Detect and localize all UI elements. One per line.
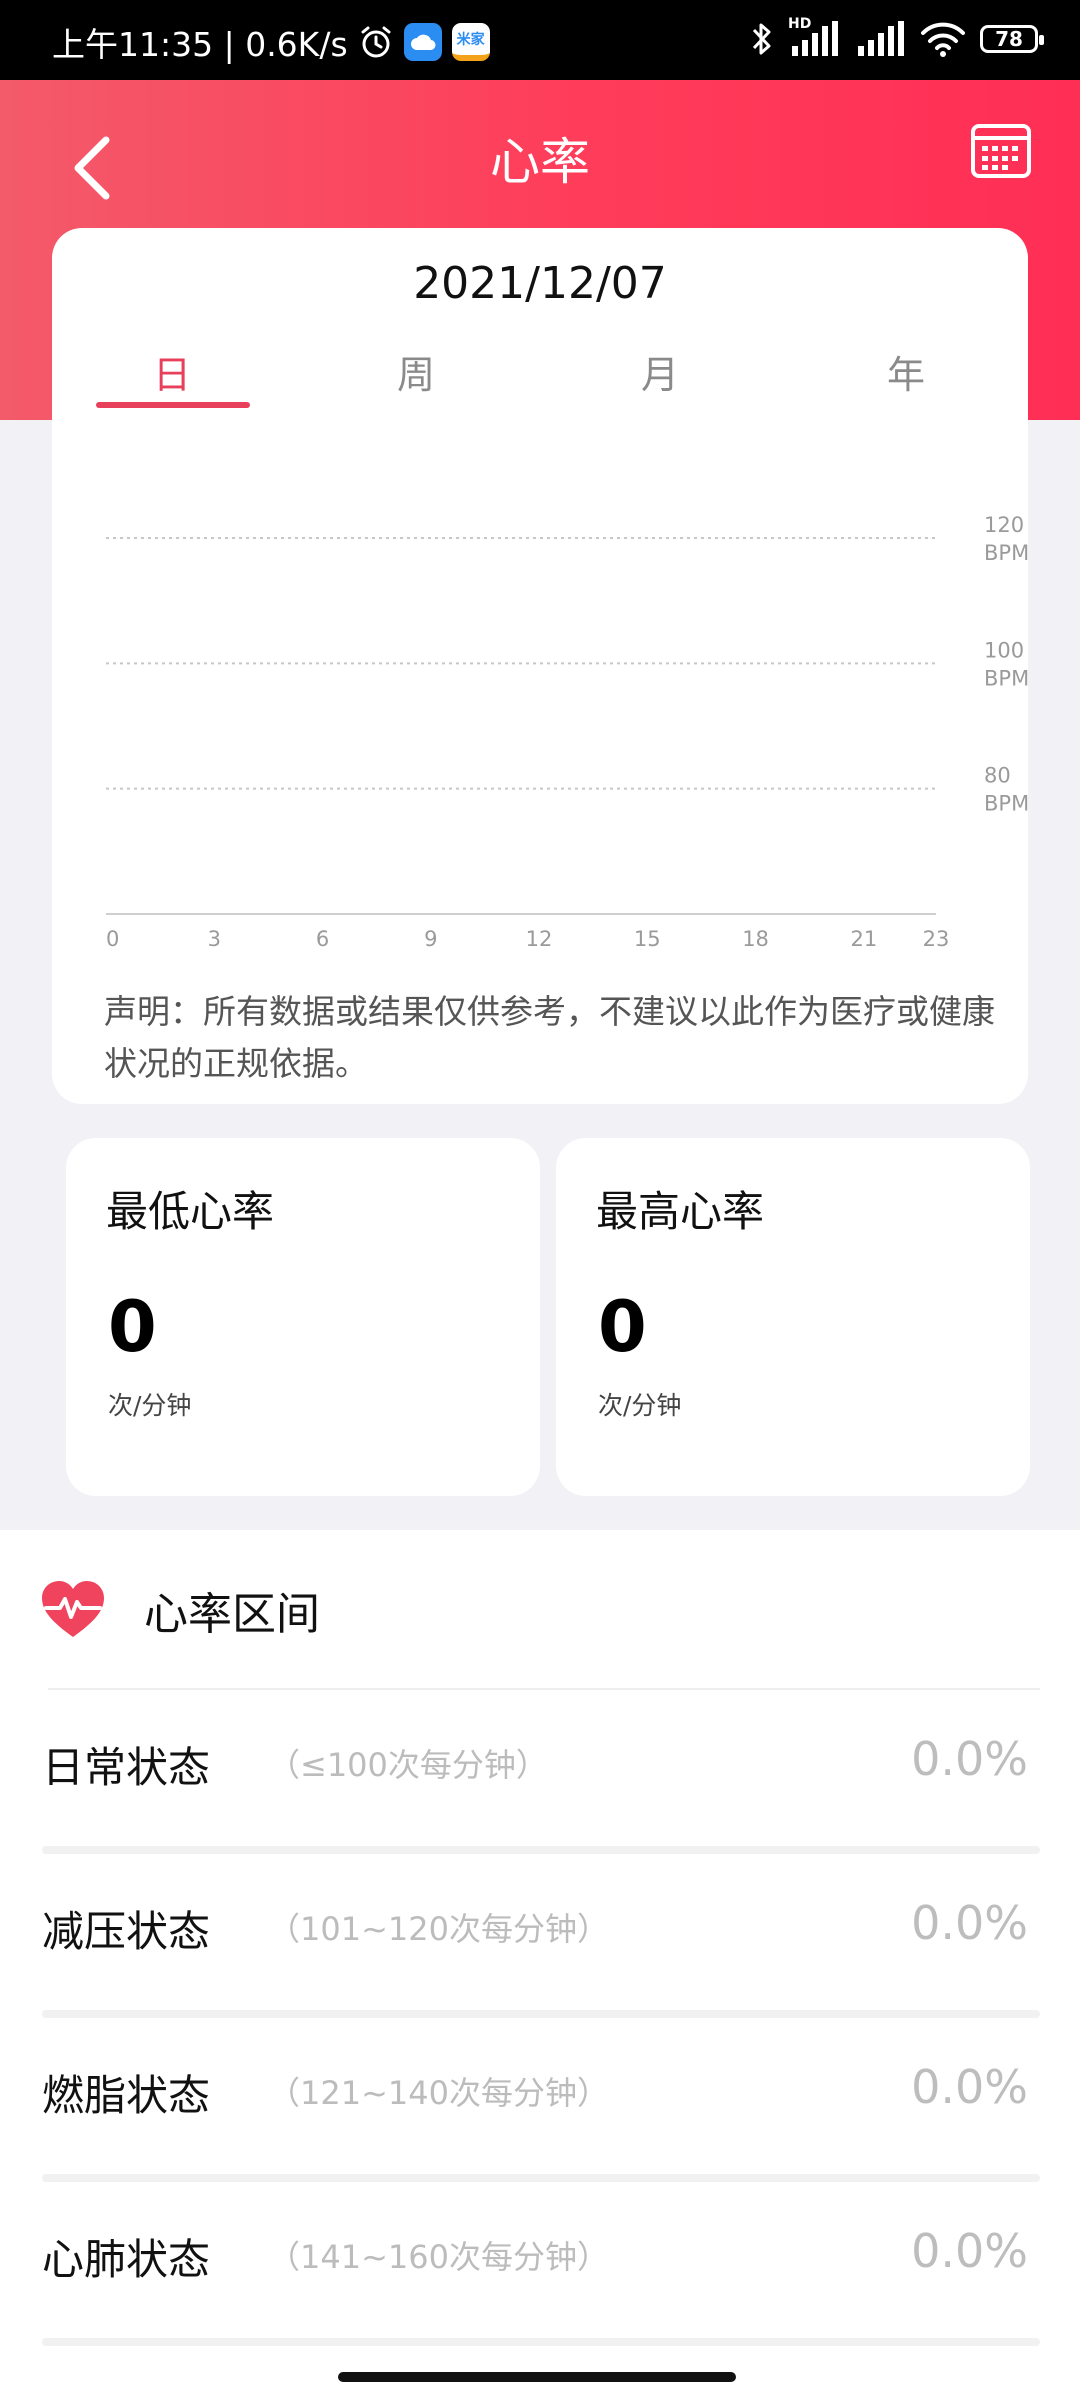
zone-percent: 0.0%: [911, 2224, 1028, 2278]
zone-progress-track: [42, 2338, 1040, 2346]
zone-name: 燃脂状态: [42, 2071, 211, 2120]
max-heart-rate-value: 0: [598, 1286, 647, 1368]
mijia-app-label: 米家: [456, 32, 485, 48]
zone-name: 减压状态: [42, 1907, 211, 1956]
tab-week[interactable]: 周: [336, 344, 496, 399]
cloud-app-icon: [403, 23, 442, 61]
zone-progress-track: [42, 2174, 1040, 2182]
y-tick-label: 120: [984, 513, 1024, 537]
mijia-app-icon: 米家: [451, 23, 490, 61]
status-time: 上午11:35 | 0.6K/s: [52, 25, 348, 64]
date-label[interactable]: 2021/12/07: [52, 258, 1028, 309]
zone-percent: 0.0%: [911, 1896, 1028, 1950]
max-heart-rate-title: 最高心率: [596, 1187, 765, 1236]
zones-header: 心率区间: [40, 1578, 320, 1642]
status-bar: 上午11:35 | 0.6K/s 米家 HD 78: [0, 0, 1080, 80]
zone-name: 心肺状态: [42, 2235, 211, 2284]
heart-rate-zones-section: 心率区间 日常状态 （≤100次每分钟） 0.0% 减压状态 （101~120次…: [0, 1530, 1080, 2400]
battery-icon: 78: [980, 25, 1044, 53]
tab-year[interactable]: 年: [826, 344, 986, 399]
y-tick-label: 100: [984, 638, 1024, 662]
zone-percent: 0.0%: [911, 2060, 1028, 2114]
signal-hd: HD: [788, 16, 840, 58]
y-tick-unit: BPM: [984, 666, 1028, 690]
bluetooth-icon: [752, 23, 771, 55]
heart-rate-chart: 120 BPM 100 BPM 80 BPM 0 3 6 9 12 15 18 21 23: [106, 513, 1028, 951]
min-heart-rate-card: 最低心率 0 次/分钟: [66, 1138, 540, 1496]
home-indicator[interactable]: [338, 2372, 736, 2382]
active-tab-indicator: [96, 402, 250, 408]
status-left: 上午11:35 | 0.6K/s 米家: [52, 18, 490, 66]
signal-icon: [792, 21, 838, 56]
zone-range: （101~120次每分钟）: [268, 1910, 609, 1948]
zone-progress-track: [42, 2010, 1040, 2018]
x-tick-label: 12: [526, 927, 553, 951]
zone-range: （121~140次每分钟）: [268, 2074, 609, 2112]
x-tick-label: 3: [208, 927, 221, 951]
zones-title: 心率区间: [144, 1589, 320, 1640]
x-tick-label: 21: [850, 927, 877, 951]
zone-row-daily[interactable]: 日常状态 （≤100次每分钟） 0.0%: [0, 1690, 1080, 1854]
calendar-button[interactable]: [970, 120, 1032, 180]
heart-pulse-icon: [42, 1581, 104, 1637]
battery-level: 78: [995, 27, 1023, 51]
alarm-icon: [361, 26, 391, 58]
x-tick-label: 23: [923, 927, 950, 951]
y-tick-label: 80: [984, 764, 1011, 788]
x-tick-label: 0: [106, 927, 119, 951]
x-tick-label: 15: [634, 927, 661, 951]
x-tick-label: 6: [316, 927, 329, 951]
max-heart-rate-card: 最高心率 0 次/分钟: [556, 1138, 1030, 1496]
min-heart-rate-title: 最低心率: [106, 1187, 275, 1236]
zone-range: （≤100次每分钟）: [268, 1746, 548, 1784]
period-tabs: 日 周 月 年: [52, 344, 1028, 404]
calendar-icon: [971, 124, 1031, 178]
chart-card: 2021/12/07 日 周 月 年 120 BPM 100 BPM 80 BPM 0 3 6…: [52, 228, 1028, 1104]
zone-row-fat-burn[interactable]: 燃脂状态 （121~140次每分钟） 0.0%: [0, 2018, 1080, 2182]
signal-icon-2: [858, 21, 904, 56]
x-tick-label: 18: [742, 927, 769, 951]
max-heart-rate-unit: 次/分钟: [598, 1391, 682, 1420]
x-tick-label: 9: [424, 927, 437, 951]
tab-month[interactable]: 月: [580, 344, 740, 399]
zone-progress-track: [42, 1846, 1040, 1854]
zone-row-cardio[interactable]: 心肺状态 （141~160次每分钟） 0.0%: [0, 2182, 1080, 2346]
min-heart-rate-value: 0: [108, 1286, 157, 1368]
zone-range: （141~160次每分钟）: [268, 2238, 609, 2276]
y-tick-unit: BPM: [984, 792, 1028, 816]
min-heart-rate-unit: 次/分钟: [108, 1391, 192, 1420]
page-title: 心率: [490, 133, 590, 191]
y-tick-unit: BPM: [984, 541, 1028, 565]
tab-day[interactable]: 日: [92, 344, 252, 399]
zone-row-relax[interactable]: 减压状态 （101~120次每分钟） 0.0%: [0, 1854, 1080, 2018]
zone-name: 日常状态: [42, 1743, 211, 1792]
wifi-icon: [921, 22, 965, 57]
disclaimer-text: 声明：所有数据或结果仅供参考，不建议以此作为医疗或健康状况的正规依据。: [104, 992, 995, 1083]
zone-percent: 0.0%: [911, 1732, 1028, 1786]
status-right: HD 78: [750, 16, 1044, 58]
